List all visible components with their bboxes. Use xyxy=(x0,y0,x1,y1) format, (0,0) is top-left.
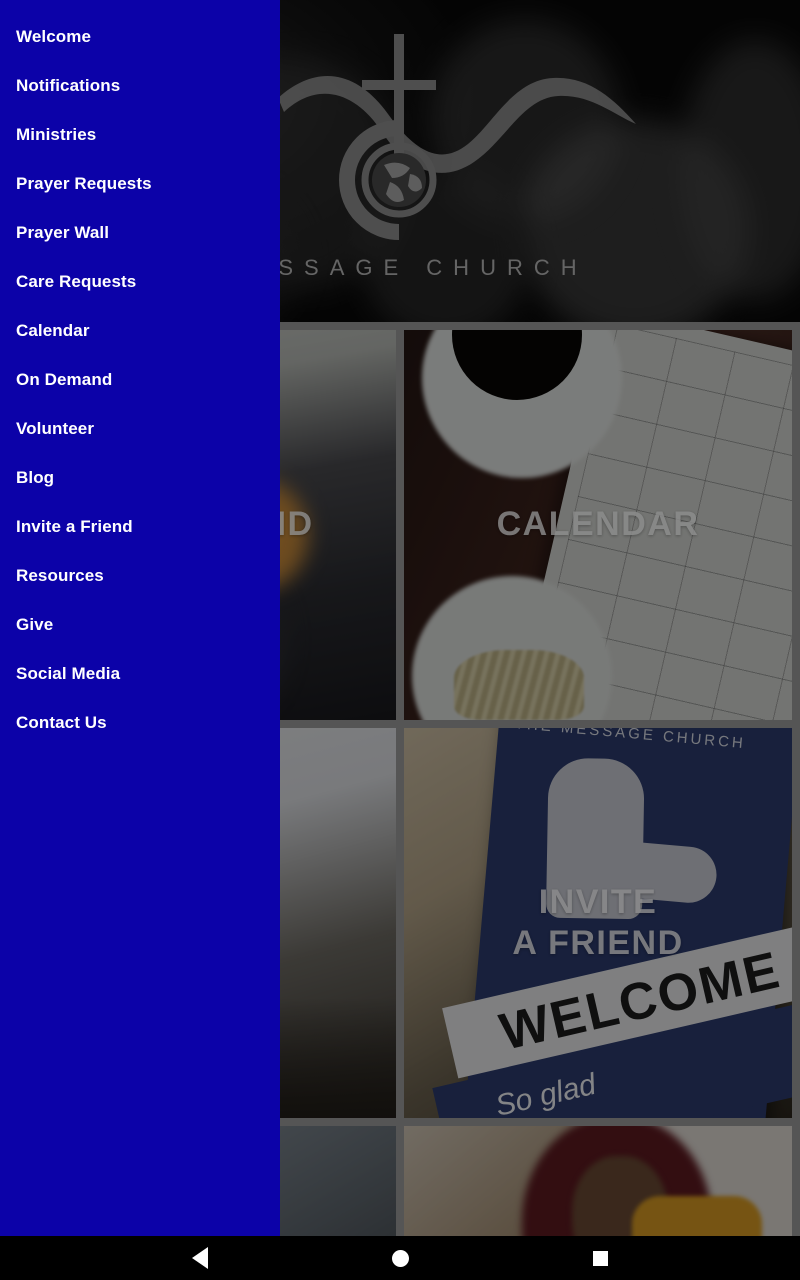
sidebar-item-give[interactable]: Give xyxy=(0,600,280,649)
sidebar-item-label: Blog xyxy=(16,467,55,487)
sidebar-item-welcome[interactable]: Welcome xyxy=(0,12,280,61)
sidebar-item-label: On Demand xyxy=(16,369,113,389)
sidebar-item-contact-us[interactable]: Contact Us xyxy=(0,698,280,747)
navigation-drawer: Welcome Notifications Ministries Prayer … xyxy=(0,0,280,1236)
sidebar-item-label: Welcome xyxy=(16,26,92,46)
sidebar-item-label: Ministries xyxy=(16,124,97,144)
back-button[interactable] xyxy=(100,1247,300,1269)
sidebar-item-blog[interactable]: Blog xyxy=(0,453,280,502)
sidebar-item-social-media[interactable]: Social Media xyxy=(0,649,280,698)
home-button[interactable] xyxy=(300,1249,500,1267)
system-navigation-bar xyxy=(0,1236,800,1280)
sidebar-item-label: Social Media xyxy=(16,663,121,683)
sidebar-item-label: Volunteer xyxy=(16,418,95,438)
sidebar-item-prayer-requests[interactable]: Prayer Requests xyxy=(0,159,280,208)
sidebar-item-invite-a-friend[interactable]: Invite a Friend xyxy=(0,502,280,551)
sidebar-item-label: Care Requests xyxy=(16,271,137,291)
sidebar-item-label: Resources xyxy=(16,565,104,585)
sidebar-item-resources[interactable]: Resources xyxy=(0,551,280,600)
sidebar-item-ministries[interactable]: Ministries xyxy=(0,110,280,159)
sidebar-item-calendar[interactable]: Calendar xyxy=(0,306,280,355)
sidebar-item-notifications[interactable]: Notifications xyxy=(0,61,280,110)
sidebar-item-care-requests[interactable]: Care Requests xyxy=(0,257,280,306)
home-circle-icon xyxy=(391,1249,409,1267)
sidebar-item-volunteer[interactable]: Volunteer xyxy=(0,404,280,453)
sidebar-item-on-demand[interactable]: On Demand xyxy=(0,355,280,404)
sidebar-item-label: Invite a Friend xyxy=(16,516,133,536)
sidebar-item-prayer-wall[interactable]: Prayer Wall xyxy=(0,208,280,257)
sidebar-item-label: Give xyxy=(16,614,54,634)
sidebar-item-label: Notifications xyxy=(16,75,121,95)
recents-button[interactable] xyxy=(500,1250,700,1266)
recents-square-icon xyxy=(592,1250,608,1266)
sidebar-item-label: Prayer Requests xyxy=(16,173,152,193)
sidebar-item-label: Prayer Wall xyxy=(16,222,110,242)
sidebar-item-label: Contact Us xyxy=(16,712,107,732)
sidebar-item-label: Calendar xyxy=(16,320,90,340)
app-screen: MESSAGE CHURCH ON DEMAND CALENDAR xyxy=(0,0,800,1280)
back-triangle-icon xyxy=(192,1247,208,1269)
